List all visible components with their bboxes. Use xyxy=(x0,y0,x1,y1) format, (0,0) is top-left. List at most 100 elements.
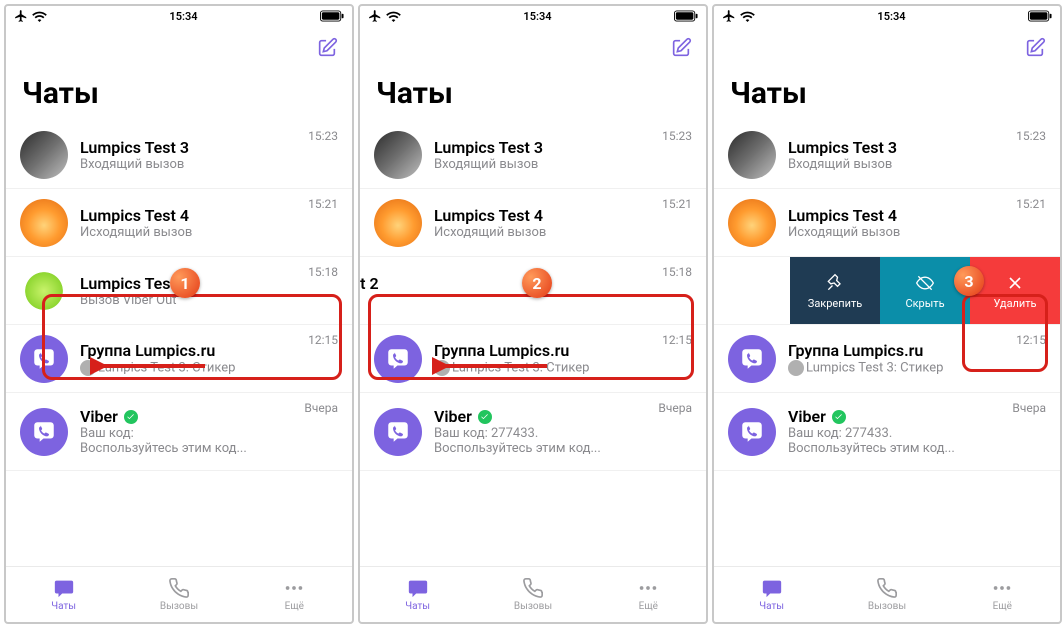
avatar xyxy=(728,199,776,247)
tab-chats[interactable]: Чаты xyxy=(714,567,829,622)
swipe-pin-label: Закрепить xyxy=(808,297,862,310)
chat-time: 15:23 xyxy=(662,129,692,143)
chat-time: 15:21 xyxy=(308,197,338,211)
chat-subtitle: Исходящий вызов xyxy=(80,225,300,240)
swipe-hide-label: Скрыть xyxy=(905,297,944,310)
avatar xyxy=(374,199,422,247)
page-title: Чаты xyxy=(6,70,352,121)
tab-label: Вызовы xyxy=(514,601,552,612)
compose-icon[interactable] xyxy=(670,37,692,59)
swipe-hide-button[interactable]: Скрыть xyxy=(880,257,970,325)
chat-row-swiped-full[interactable]: Закрепить Скрыть Удалить xyxy=(714,257,1060,325)
chat-subtitle-2: Воспользуйтесь этим код... xyxy=(434,441,650,456)
screenshot-2: 15:34 Чаты Lumpics Test 3 Входящий вызов… xyxy=(358,4,708,624)
tab-label: Вызовы xyxy=(868,601,906,612)
page-title: Чаты xyxy=(714,70,1060,121)
chat-row[interactable]: Viber Ваш код: 277433. Воспользуйтесь эт… xyxy=(714,393,1060,471)
chat-row[interactable]: Lumpics Test 3 Входящий вызов 15:23 xyxy=(6,121,352,189)
chat-row-swiped[interactable]: Закреп Скры Удали cs Test 2 er xyxy=(360,257,706,325)
chat-name: Lumpics Test 3 xyxy=(80,138,300,157)
status-bar: 15:34 xyxy=(714,6,1060,26)
swipe-delete-button[interactable]: Удалить xyxy=(970,257,1060,325)
chat-name: Группа Lumpics.ru xyxy=(434,341,654,360)
chat-row[interactable]: Группа Lumpics.ru Lumpics Test 3: Стикер… xyxy=(360,325,706,393)
chat-name: Lumpics Test 3 xyxy=(434,138,654,157)
chat-name: Lumpics Test 4 xyxy=(80,206,300,225)
chat-subtitle: Ваш код: xyxy=(80,426,296,441)
battery-icon xyxy=(320,10,344,22)
chat-row[interactable]: Lumpics Test 4 Исходящий вызов 15:21 xyxy=(6,189,352,257)
compose-icon[interactable] xyxy=(1024,37,1046,59)
chat-name: Viber xyxy=(80,407,118,426)
chat-row[interactable]: Viber Ваш код: 277433. Воспользуйтесь эт… xyxy=(360,393,706,471)
chat-time: 15:18 xyxy=(662,265,692,279)
chat-subtitle-2: Воспользуйтесь этим код... xyxy=(80,441,296,456)
tab-more[interactable]: Ещё xyxy=(591,567,706,622)
wifi-icon xyxy=(386,11,401,22)
swipe-delete-label: Удалить xyxy=(993,297,1036,310)
tab-calls[interactable]: Вызовы xyxy=(829,567,944,622)
chat-time: Вчера xyxy=(1012,401,1046,415)
chat-row[interactable]: Lumpics Test 3 Входящий вызов 15:23 xyxy=(360,121,706,189)
avatar xyxy=(20,267,68,315)
chat-name: cs Test 2 xyxy=(360,274,654,293)
tab-more[interactable]: Ещё xyxy=(945,567,1060,622)
chat-time: 15:21 xyxy=(1016,197,1046,211)
chat-list[interactable]: Lumpics Test 3 Входящий вызов 15:23 Lump… xyxy=(360,121,706,566)
chat-name: Lumpics Test 4 xyxy=(788,206,1008,225)
chat-subtitle-2: Воспользуйтесь этим код... xyxy=(788,441,1004,456)
chat-row[interactable]: Группа Lumpics.ru Lumpics Test 3: Стикер… xyxy=(714,325,1060,393)
page-title: Чаты xyxy=(360,70,706,121)
chat-time: 12:15 xyxy=(308,333,338,347)
avatar xyxy=(374,408,422,456)
tab-more[interactable]: Ещё xyxy=(237,567,352,622)
sender-avatar-icon xyxy=(80,360,96,376)
avatar xyxy=(20,408,68,456)
chat-row[interactable]: Группа Lumpics.ru Lumpics Test 3: Стикер… xyxy=(6,325,352,393)
chat-subtitle: Ваш код: 277433. xyxy=(434,426,650,441)
chat-row[interactable]: Lumpics Test 3 Входящий вызов 15:23 xyxy=(714,121,1060,189)
chat-subtitle: Входящий вызов xyxy=(80,157,300,172)
chat-subtitle: Ваш код: 277433. xyxy=(788,426,1004,441)
avatar xyxy=(20,335,68,383)
screenshot-1: 15:34 Чаты Lumpics Test 3 Входящий вызов… xyxy=(4,4,354,624)
chat-time: 12:15 xyxy=(1016,333,1046,347)
airplane-mode-icon xyxy=(722,9,736,23)
swipe-pin-button[interactable]: Закрепить xyxy=(790,257,880,325)
chat-name: Группа Lumpics.ru xyxy=(80,341,300,360)
airplane-mode-icon xyxy=(368,9,382,23)
chat-row-selected[interactable]: Lumpics Test 2 Вызов Viber Out 15:18 xyxy=(6,257,352,325)
verified-icon xyxy=(478,410,492,424)
chat-subtitle: Lumpics Test 3: Стикер xyxy=(80,360,300,376)
chat-row[interactable]: Lumpics Test 4 Исходящий вызов 15:21 xyxy=(714,189,1060,257)
tab-calls[interactable]: Вызовы xyxy=(475,567,590,622)
chat-time: 15:21 xyxy=(662,197,692,211)
chat-list[interactable]: Lumpics Test 3 Входящий вызов 15:23 Lump… xyxy=(714,121,1060,566)
chat-row[interactable]: Viber Ваш код: Воспользуйтесь этим код..… xyxy=(6,393,352,471)
status-time: 15:34 xyxy=(877,10,905,23)
tab-chats[interactable]: Чаты xyxy=(360,567,475,622)
tab-label: Чаты xyxy=(51,601,76,612)
wifi-icon xyxy=(740,11,755,22)
chat-list[interactable]: Lumpics Test 3 Входящий вызов 15:23 Lump… xyxy=(6,121,352,566)
tab-chats[interactable]: Чаты xyxy=(6,567,121,622)
chat-row[interactable]: Lumpics Test 4 Исходящий вызов 15:21 xyxy=(360,189,706,257)
status-bar: 15:34 xyxy=(6,6,352,26)
tab-label: Ещё xyxy=(285,601,304,612)
compose-icon[interactable] xyxy=(316,37,338,59)
chat-name: Viber xyxy=(788,407,826,426)
tab-calls[interactable]: Вызовы xyxy=(121,567,236,622)
tab-label: Ещё xyxy=(639,601,658,612)
chat-time: 15:18 xyxy=(308,265,338,279)
chat-time: Вчера xyxy=(304,401,338,415)
battery-icon xyxy=(674,10,698,22)
avatar xyxy=(374,131,422,179)
wifi-icon xyxy=(32,11,47,22)
avatar xyxy=(20,199,68,247)
navbar xyxy=(360,26,706,70)
chat-time: 12:15 xyxy=(662,333,692,347)
chat-name: Группа Lumpics.ru xyxy=(788,341,1008,360)
chat-subtitle: Входящий вызов xyxy=(788,157,1008,172)
status-time: 15:34 xyxy=(523,10,551,23)
tab-label: Вызовы xyxy=(160,601,198,612)
